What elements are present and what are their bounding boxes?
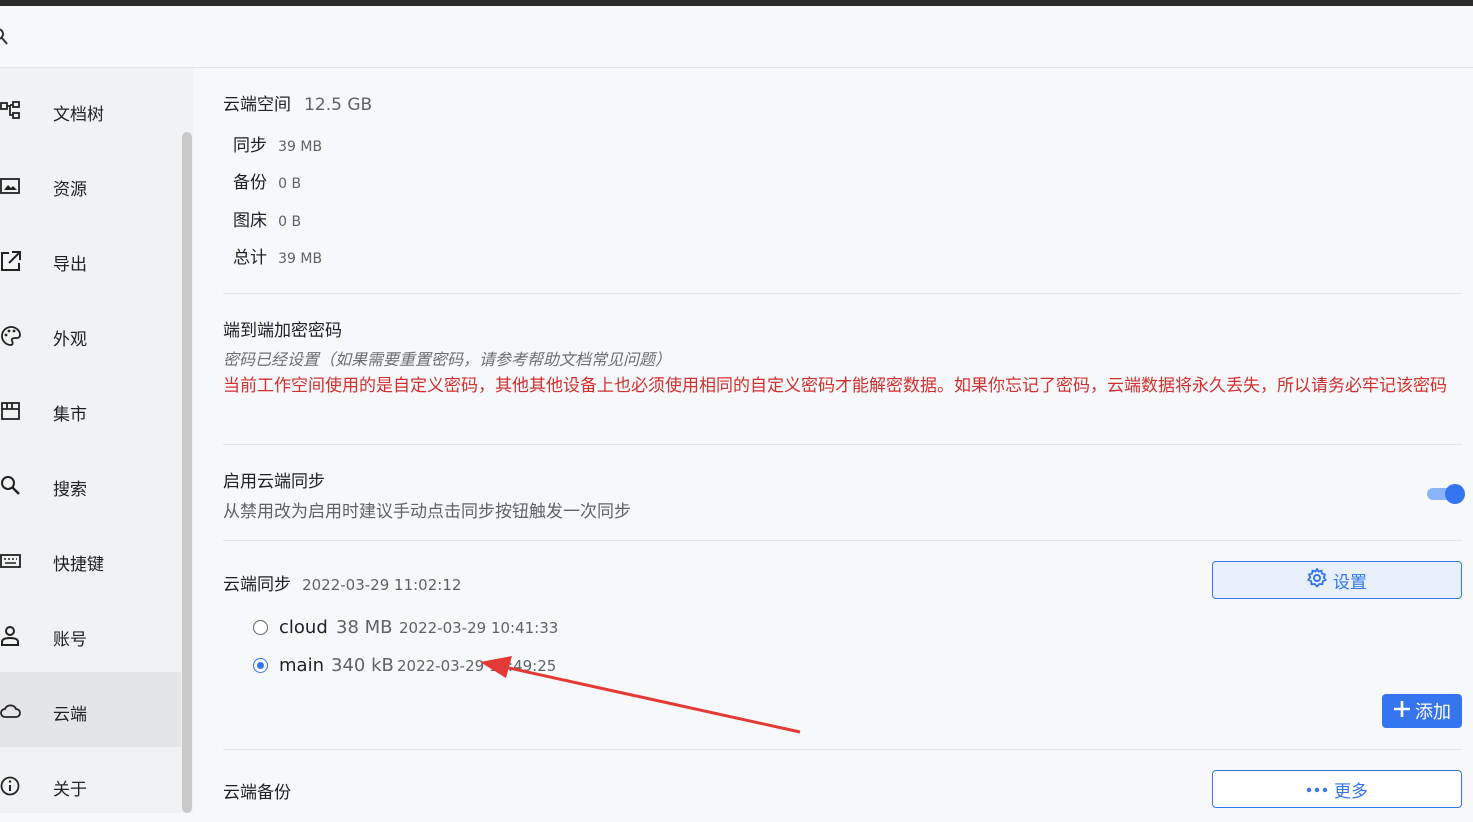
section-divider (223, 444, 1462, 445)
sync-settings-label: 设置 (1333, 572, 1367, 593)
toggle-knob (1445, 484, 1465, 504)
more-dots-icon (1306, 779, 1328, 799)
sidebar-item-about[interactable]: 关于 (0, 747, 181, 822)
sidebar-item-label: 文档树 (53, 105, 104, 125)
search-bar[interactable] (0, 6, 1473, 68)
sidebar-item-export[interactable]: 导出 (0, 222, 181, 297)
sidebar-item-label: 搜索 (53, 480, 87, 500)
cloud-backup-title: 云端备份 (223, 783, 291, 803)
storage-header: 云端空间 12.5 GB (223, 90, 372, 115)
annotation-arrow (480, 656, 801, 734)
sidebar-item-account[interactable]: 账号 (0, 597, 181, 672)
encryption-title: 端到端加密密码 (223, 321, 342, 341)
sidebar-item-label: 资源 (53, 180, 87, 200)
dir-size: 38 MB (336, 617, 393, 638)
dir-time: 2022-03-29 10:41:33 (399, 619, 559, 637)
cloud-sync-header: 云端同步 2022-03-29 11:02:12 (223, 570, 461, 595)
cloud-icon (0, 700, 22, 722)
cloud-sync-time: 2022-03-29 11:02:12 (302, 576, 462, 594)
section-divider (223, 749, 1462, 750)
storage-total-size: 12.5 GB (304, 95, 373, 115)
encryption-warning: 当前工作空间使用的是自定义密码，其他其他设备上也必须使用相同的自定义密码才能解密… (223, 376, 1447, 396)
sync-toggle-desc: 从禁用改为启用时建议手动点击同步按钮触发一次同步 (223, 502, 631, 522)
sidebar-item-search[interactable]: 搜索 (0, 447, 181, 522)
section-divider (223, 540, 1462, 541)
image-icon (0, 175, 22, 197)
sidebar-item-label: 外观 (53, 330, 87, 350)
account-icon (0, 625, 22, 647)
sidebar-item-appearance[interactable]: 外观 (0, 297, 181, 372)
storage-row: 备份 0 B (233, 168, 301, 193)
store-icon (0, 400, 22, 422)
storage-row: 图床 0 B (233, 206, 301, 231)
add-label: 添加 (1415, 702, 1451, 723)
keyboard-icon (0, 550, 22, 572)
dir-size: 340 kB (331, 655, 394, 676)
storage-row-value: 0 B (278, 214, 302, 230)
storage-row: 总计 39 MB (233, 243, 322, 268)
sidebar-item-label: 云端 (53, 705, 87, 725)
storage-row-label: 备份 (233, 173, 267, 193)
dir-name: main (279, 655, 324, 676)
dir-radio[interactable] (253, 620, 268, 635)
backup-more-button[interactable]: 更多 (1212, 770, 1462, 808)
sidebar-item-label: 关于 (53, 780, 87, 800)
more-label: 更多 (1334, 781, 1368, 802)
sidebar-scrollbar[interactable] (181, 68, 193, 813)
storage-title: 云端空间 (223, 95, 291, 115)
sidebar-item-keymap[interactable]: 快捷键 (0, 522, 181, 597)
storage-row-label: 总计 (233, 248, 267, 268)
search-icon[interactable] (0, 28, 10, 50)
cloud-settings-panel: 云端空间 12.5 GB 同步 39 MB 备份 0 B 图床 0 B 总计 3… (193, 68, 1473, 813)
dir-name: cloud (279, 617, 328, 638)
sidebar-item-label: 集市 (53, 405, 87, 425)
encryption-status: 密码已经设置（如果需要重置密码，请参考帮助文档常见问题） (223, 350, 672, 369)
storage-row-value: 39 MB (278, 139, 323, 155)
plus-icon (1393, 700, 1411, 723)
sync-toggle-title: 启用云端同步 (223, 472, 325, 492)
palette-icon (0, 325, 22, 347)
cloud-sync-title: 云端同步 (223, 575, 291, 595)
sidebar-item-label: 快捷键 (53, 555, 104, 575)
scrollbar-thumb[interactable] (182, 132, 192, 813)
gear-icon (1307, 566, 1327, 593)
sync-enable-toggle[interactable] (1427, 483, 1465, 504)
dir-radio[interactable] (253, 658, 268, 673)
sidebar-item-cloud[interactable]: 云端 (0, 672, 181, 747)
sync-settings-button[interactable]: 设置 (1212, 561, 1462, 599)
storage-row: 同步 39 MB (233, 131, 322, 156)
settings-sidebar: 文档树 资源 导出 外观 集市 搜索 快捷键 账号 云端 关于 (0, 68, 193, 813)
sidebar-item-marketplace[interactable]: 集市 (0, 372, 181, 447)
cloud-dir-item[interactable]: cloud 38 MB 2022-03-29 10:41:33 (253, 617, 953, 639)
storage-row-value: 0 B (278, 176, 302, 192)
info-icon (0, 775, 22, 797)
storage-row-label: 同步 (233, 136, 267, 156)
sidebar-item-assets[interactable]: 资源 (0, 147, 181, 222)
search-icon (0, 475, 22, 497)
tree-icon (0, 100, 22, 122)
storage-row-value: 39 MB (278, 251, 323, 267)
sidebar-item-doc-tree[interactable]: 文档树 (0, 72, 181, 147)
export-icon (0, 250, 22, 272)
section-divider (223, 293, 1462, 294)
sidebar-item-label: 账号 (53, 630, 87, 650)
sidebar-item-label: 导出 (53, 255, 87, 275)
storage-row-label: 图床 (233, 211, 267, 231)
add-sync-dir-button[interactable]: 添加 (1382, 694, 1462, 728)
